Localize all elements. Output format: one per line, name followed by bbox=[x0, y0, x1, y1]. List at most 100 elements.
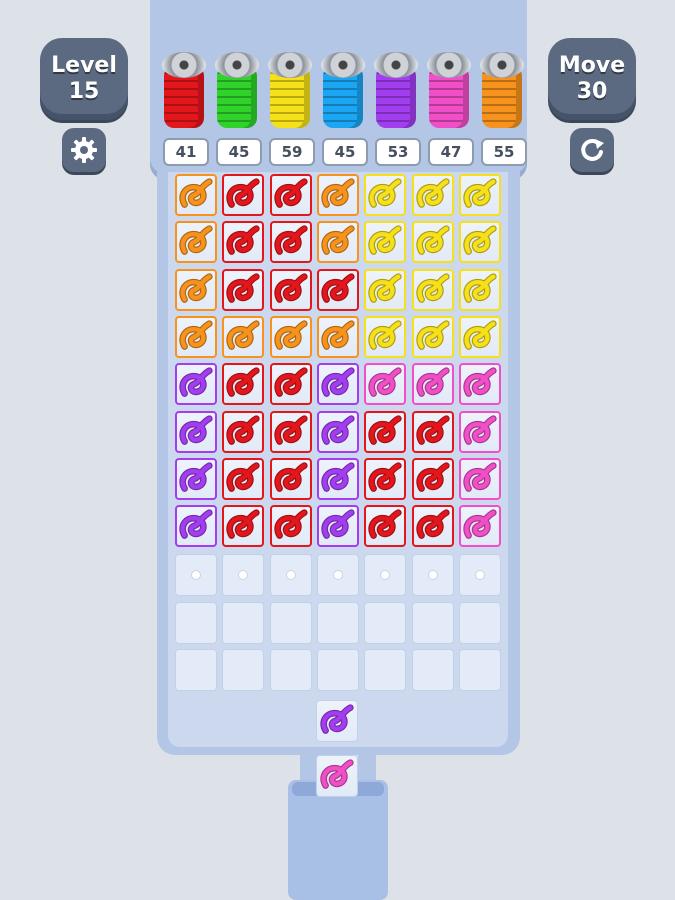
yarn-tile-yellow[interactable] bbox=[412, 174, 454, 216]
yarn-tile-pink[interactable] bbox=[412, 363, 454, 405]
yarn-tile-orange[interactable] bbox=[175, 221, 217, 263]
yarn-tile-red[interactable] bbox=[222, 221, 264, 263]
yarn-tile-red[interactable] bbox=[364, 458, 406, 500]
yarn-tile-pink[interactable] bbox=[459, 458, 501, 500]
yarn-tile-pink[interactable] bbox=[459, 411, 501, 453]
yarn-tile-red[interactable] bbox=[317, 269, 359, 311]
yarn-tile-red[interactable] bbox=[222, 363, 264, 405]
yarn-tile-yellow[interactable] bbox=[412, 269, 454, 311]
yarn-tile-yellow[interactable] bbox=[459, 269, 501, 311]
empty-slot[interactable] bbox=[222, 602, 264, 644]
yarn-tile-red[interactable] bbox=[412, 505, 454, 547]
yarn-tile-yellow[interactable] bbox=[459, 221, 501, 263]
yarn-tile-orange[interactable] bbox=[317, 174, 359, 216]
empty-slot[interactable] bbox=[270, 554, 312, 596]
empty-slot[interactable] bbox=[364, 602, 406, 644]
yarn-tile-orange[interactable] bbox=[175, 316, 217, 358]
level-badge: Level 15 bbox=[40, 38, 128, 120]
yarn-tile-yellow[interactable] bbox=[364, 316, 406, 358]
empty-slot[interactable] bbox=[270, 602, 312, 644]
spool-cap bbox=[321, 52, 365, 78]
yarn-tile-yellow[interactable] bbox=[364, 221, 406, 263]
queued-tile-pink bbox=[316, 755, 358, 797]
spool-cap bbox=[268, 52, 312, 78]
yarn-tile-red[interactable] bbox=[222, 269, 264, 311]
empty-slot[interactable] bbox=[364, 554, 406, 596]
slot-dot bbox=[475, 570, 485, 580]
slot-dot bbox=[333, 570, 343, 580]
slot-dot bbox=[380, 570, 390, 580]
yarn-tile-purple[interactable] bbox=[317, 411, 359, 453]
empty-slot[interactable] bbox=[364, 649, 406, 691]
empty-slot[interactable] bbox=[412, 602, 454, 644]
spool-cap bbox=[374, 52, 418, 78]
yarn-tile-red[interactable] bbox=[270, 411, 312, 453]
move-badge: Move 30 bbox=[548, 38, 636, 120]
spool-count: 45 bbox=[322, 138, 368, 166]
spool-count: 45 bbox=[216, 138, 262, 166]
empty-slot[interactable] bbox=[459, 554, 501, 596]
empty-slot[interactable] bbox=[412, 649, 454, 691]
yarn-tile-purple[interactable] bbox=[317, 505, 359, 547]
slot-dot bbox=[286, 570, 296, 580]
yarn-tile-orange[interactable] bbox=[317, 221, 359, 263]
yarn-tile-red[interactable] bbox=[364, 505, 406, 547]
slot-dot bbox=[238, 570, 248, 580]
yarn-tile-red[interactable] bbox=[412, 411, 454, 453]
queued-tile-purple bbox=[316, 700, 358, 742]
yarn-tile-purple[interactable] bbox=[175, 411, 217, 453]
settings-button[interactable] bbox=[62, 128, 106, 172]
yarn-tile-red[interactable] bbox=[270, 363, 312, 405]
empty-slot[interactable] bbox=[270, 649, 312, 691]
yarn-tile-purple[interactable] bbox=[317, 363, 359, 405]
yarn-tile-orange[interactable] bbox=[222, 316, 264, 358]
yarn-tile-pink[interactable] bbox=[364, 363, 406, 405]
spool-count: 59 bbox=[269, 138, 315, 166]
yarn-tile-orange[interactable] bbox=[175, 174, 217, 216]
yarn-tile-red[interactable] bbox=[412, 458, 454, 500]
empty-slot[interactable] bbox=[175, 554, 217, 596]
spool-count: 53 bbox=[375, 138, 421, 166]
spool-count: 41 bbox=[163, 138, 209, 166]
empty-slot[interactable] bbox=[459, 649, 501, 691]
restart-button[interactable] bbox=[570, 128, 614, 172]
restart-icon bbox=[581, 138, 604, 161]
empty-slot[interactable] bbox=[317, 554, 359, 596]
empty-slot[interactable] bbox=[412, 554, 454, 596]
yarn-tile-red[interactable] bbox=[270, 458, 312, 500]
yarn-tile-purple[interactable] bbox=[175, 505, 217, 547]
yarn-tile-red[interactable] bbox=[364, 411, 406, 453]
empty-slot[interactable] bbox=[175, 602, 217, 644]
yarn-tile-red[interactable] bbox=[222, 458, 264, 500]
yarn-tile-yellow[interactable] bbox=[412, 221, 454, 263]
yarn-tile-yellow[interactable] bbox=[364, 174, 406, 216]
yarn-tile-red[interactable] bbox=[270, 174, 312, 216]
move-value: 30 bbox=[576, 79, 608, 104]
yarn-tile-pink[interactable] bbox=[459, 363, 501, 405]
yarn-tile-yellow[interactable] bbox=[459, 174, 501, 216]
empty-slot[interactable] bbox=[459, 602, 501, 644]
spool-cap bbox=[162, 52, 206, 78]
empty-slot[interactable] bbox=[175, 649, 217, 691]
empty-slot[interactable] bbox=[317, 649, 359, 691]
yarn-tile-red[interactable] bbox=[222, 174, 264, 216]
yarn-tile-pink[interactable] bbox=[459, 505, 501, 547]
yarn-tile-red[interactable] bbox=[222, 505, 264, 547]
yarn-tile-orange[interactable] bbox=[317, 316, 359, 358]
level-value: 15 bbox=[68, 79, 100, 104]
empty-slot[interactable] bbox=[222, 554, 264, 596]
yarn-tile-orange[interactable] bbox=[175, 269, 217, 311]
yarn-tile-purple[interactable] bbox=[175, 458, 217, 500]
yarn-tile-yellow[interactable] bbox=[459, 316, 501, 358]
yarn-tile-red[interactable] bbox=[270, 269, 312, 311]
empty-slot[interactable] bbox=[222, 649, 264, 691]
yarn-tile-yellow[interactable] bbox=[412, 316, 454, 358]
yarn-tile-red[interactable] bbox=[270, 505, 312, 547]
yarn-tile-yellow[interactable] bbox=[364, 269, 406, 311]
yarn-tile-orange[interactable] bbox=[270, 316, 312, 358]
yarn-tile-purple[interactable] bbox=[175, 363, 217, 405]
yarn-tile-red[interactable] bbox=[270, 221, 312, 263]
yarn-tile-purple[interactable] bbox=[317, 458, 359, 500]
empty-slot[interactable] bbox=[317, 602, 359, 644]
yarn-tile-red[interactable] bbox=[222, 411, 264, 453]
